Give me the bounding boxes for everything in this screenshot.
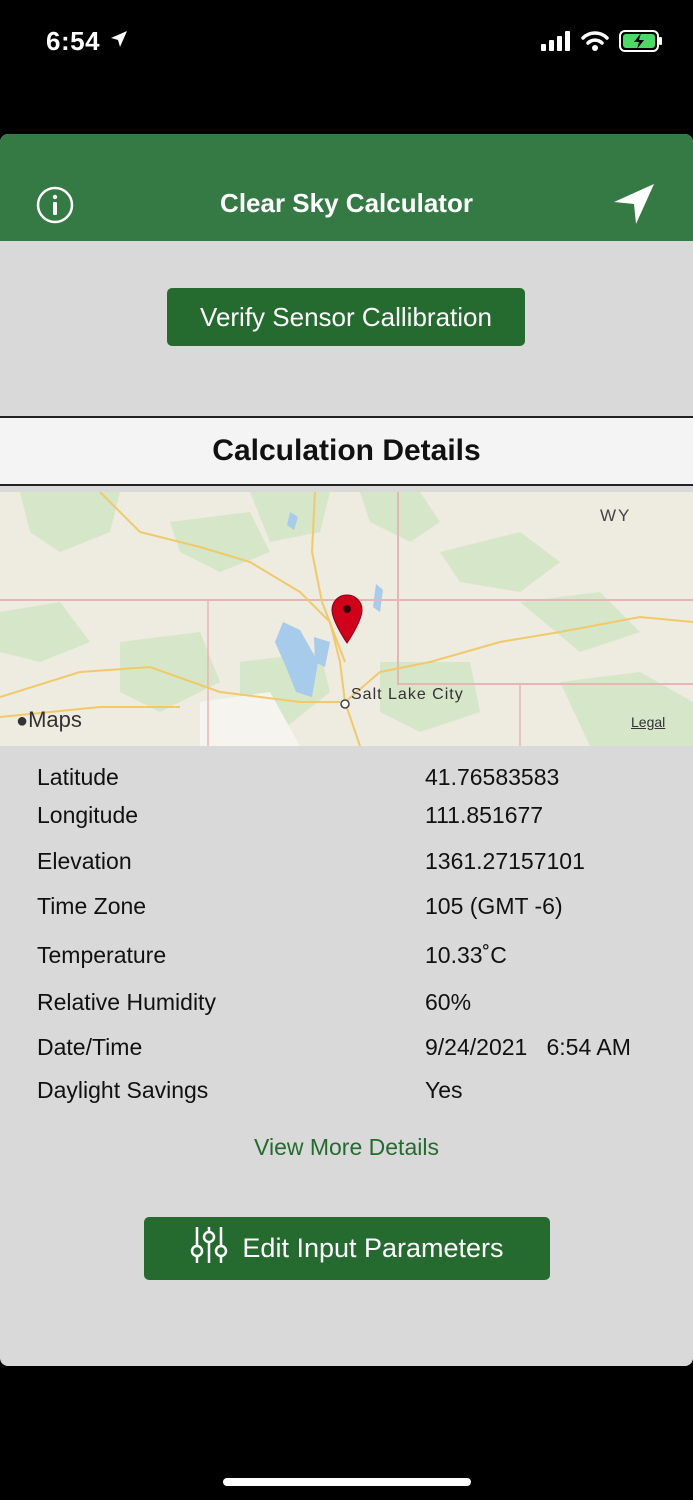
- detail-value-temperature: 10.33˚C: [425, 942, 507, 968]
- detail-label-daylight-savings: Daylight Savings: [37, 1077, 209, 1103]
- map-city-label: Salt Lake City: [351, 686, 464, 703]
- view-more-details-link[interactable]: View More Details: [0, 1134, 693, 1161]
- detail-value-latitude: 41.76583583: [425, 764, 560, 790]
- detail-label-longitude: Longitude: [37, 802, 139, 828]
- detail-label-time-zone: Time Zone: [37, 893, 147, 919]
- detail-label-humidity: Relative Humidity: [37, 989, 216, 1015]
- status-bar: 6:54: [0, 0, 693, 88]
- verify-sensor-button[interactable]: Verify Sensor Callibration: [167, 288, 525, 346]
- location-icon[interactable]: [612, 182, 656, 231]
- detail-value-longitude: 111.851677: [425, 802, 544, 828]
- cellular-signal-icon: [541, 31, 571, 56]
- map-state-label: WY: [600, 506, 632, 525]
- edit-input-parameters-label: Edit Input Parameters: [242, 1233, 504, 1263]
- app-card: Clear Sky Calculator Verify Sensor Calli…: [0, 134, 693, 1366]
- detail-label-latitude: Latitude: [37, 764, 119, 790]
- battery-charging-icon: [619, 30, 663, 57]
- detail-value-date-time: 9/24/2021 6:54 AM: [425, 1034, 631, 1060]
- status-icons: [541, 30, 663, 57]
- nav-bar: Clear Sky Calculator: [0, 134, 693, 241]
- detail-label-temperature: Temperature: [37, 942, 167, 968]
- wifi-icon: [581, 30, 609, 57]
- apple-logo-icon: ●: [16, 710, 29, 732]
- detail-value-time-zone: 105 (GMT -6): [425, 893, 563, 919]
- location-arrow-icon: [110, 30, 128, 53]
- detail-label-date-time: Date/Time: [37, 1034, 143, 1060]
- map-view[interactable]: WY Salt Lake City ●Maps Legal: [0, 492, 693, 746]
- detail-value-elevation: 1361.27157101: [425, 848, 585, 874]
- maps-logo: ●Maps: [16, 707, 82, 733]
- legal-link[interactable]: Legal: [631, 714, 665, 730]
- page-title: Clear Sky Calculator: [220, 188, 473, 218]
- home-indicator[interactable]: [223, 1478, 471, 1486]
- sliders-icon: [190, 1225, 228, 1272]
- maps-logo-text: Maps: [28, 707, 82, 732]
- section-title: Calculation Details: [0, 416, 693, 486]
- edit-input-parameters-button[interactable]: Edit Input Parameters: [144, 1217, 550, 1280]
- status-time: 6:54: [46, 26, 101, 56]
- detail-value-daylight-savings: Yes: [425, 1077, 463, 1103]
- detail-value-humidity: 60%: [425, 989, 472, 1015]
- detail-label-elevation: Elevation: [37, 848, 132, 874]
